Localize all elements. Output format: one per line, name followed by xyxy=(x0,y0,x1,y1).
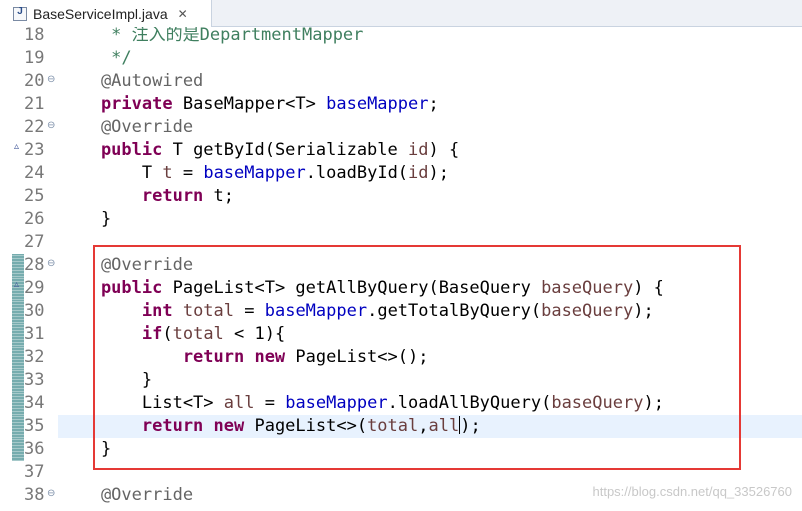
change-marker xyxy=(12,346,24,369)
line-number: 24 xyxy=(24,163,45,183)
change-marker xyxy=(12,369,24,392)
code-token: BaseMapper<T> xyxy=(182,94,327,114)
line-number: 21 xyxy=(24,94,45,114)
code-token: ) { xyxy=(428,140,460,160)
tab-base-service-impl[interactable]: J BaseServiceImpl.java ✕ xyxy=(0,0,212,27)
code-token: return xyxy=(60,186,214,206)
watermark: https://blog.csdn.net/qq_33526760 xyxy=(592,484,793,499)
line-number: 23 xyxy=(24,140,45,160)
change-marker xyxy=(12,254,24,277)
code-token: id xyxy=(408,163,429,183)
line-number: 37 xyxy=(24,462,45,482)
code-token: T getById(Serializable xyxy=(172,140,408,160)
highlight-box xyxy=(93,245,741,470)
line-number: 35 xyxy=(24,416,45,436)
line-number: 27 xyxy=(24,232,45,252)
line-number: 34 xyxy=(24,393,45,413)
code-token: ; xyxy=(428,94,439,114)
change-marker xyxy=(12,415,24,438)
line-number: 32 xyxy=(24,347,45,367)
code-text: private BaseMapper<T> baseMapper; xyxy=(60,93,439,116)
override-marker-icon[interactable]: ▵ xyxy=(14,141,19,152)
code-line-21[interactable]: 21 private BaseMapper<T> baseMapper; xyxy=(0,93,802,116)
java-file-icon: J xyxy=(13,6,27,21)
code-text: @Override xyxy=(60,116,193,139)
code-token: public xyxy=(60,140,173,160)
code-line-24[interactable]: 24 T t = baseMapper.loadById(id); xyxy=(0,162,802,185)
code-line-22[interactable]: 22 ⊖ @Override xyxy=(0,116,802,139)
change-marker xyxy=(12,300,24,323)
code-token: @Override xyxy=(60,485,194,505)
override-marker-icon[interactable]: ▵ xyxy=(14,279,19,290)
code-token: @Autowired xyxy=(60,71,204,91)
code-line-25[interactable]: 25 return t; xyxy=(0,185,802,208)
code-token: baseMapper xyxy=(203,163,306,183)
line-number: 18 xyxy=(24,27,45,45)
line-number: 31 xyxy=(24,324,45,344)
editor-tab-bar: J BaseServiceImpl.java ✕ xyxy=(0,0,802,27)
code-token: ); xyxy=(428,163,450,183)
code-line-18[interactable]: 18 * 注入的是DepartmentMapper xyxy=(0,27,802,47)
fold-toggle-icon[interactable]: ⊖ xyxy=(47,488,55,499)
line-number: 29 xyxy=(24,278,45,298)
code-token: @Override xyxy=(60,117,194,137)
code-token: private xyxy=(60,94,183,114)
change-marker xyxy=(12,438,24,461)
change-marker xyxy=(12,392,24,415)
code-text: T t = baseMapper.loadById(id); xyxy=(60,162,449,185)
code-token: t xyxy=(162,163,173,183)
code-token: t; xyxy=(213,186,235,206)
code-token: T xyxy=(60,163,163,183)
code-token: */ xyxy=(60,48,132,68)
code-text: * 注入的是DepartmentMapper xyxy=(60,27,363,47)
line-number: 26 xyxy=(24,209,45,229)
line-number: 36 xyxy=(24,439,45,459)
close-tab-icon[interactable]: ✕ xyxy=(178,7,188,21)
code-text: @Override xyxy=(60,484,193,507)
fold-toggle-icon[interactable]: ⊖ xyxy=(47,120,55,131)
fold-toggle-icon[interactable]: ⊖ xyxy=(47,74,55,85)
code-line-23[interactable]: ▵ 23 public T getById(Serializable id) { xyxy=(0,139,802,162)
tab-title: BaseServiceImpl.java xyxy=(33,5,168,22)
code-text: public T getById(Serializable id) { xyxy=(60,139,459,162)
fold-toggle-icon[interactable]: ⊖ xyxy=(47,258,55,269)
code-text: } xyxy=(60,208,111,231)
code-line-19[interactable]: 19 */ xyxy=(0,47,802,70)
change-marker xyxy=(12,323,24,346)
line-number: 25 xyxy=(24,186,45,206)
code-token: baseMapper xyxy=(326,94,429,114)
code-token: * 注入的是DepartmentMapper xyxy=(60,27,364,45)
line-number: 30 xyxy=(24,301,45,321)
code-token: .loadById( xyxy=(305,163,409,183)
code-text: return t; xyxy=(60,185,234,208)
code-token: id xyxy=(408,140,429,160)
code-text: @Autowired xyxy=(60,70,203,93)
code-token: = xyxy=(172,163,204,183)
line-number: 19 xyxy=(24,48,45,68)
code-line-26[interactable]: 26 } xyxy=(0,208,802,231)
code-token: } xyxy=(60,209,112,229)
line-number: 33 xyxy=(24,370,45,390)
code-line-20[interactable]: 20 ⊖ @Autowired xyxy=(0,70,802,93)
code-text: */ xyxy=(60,47,132,70)
